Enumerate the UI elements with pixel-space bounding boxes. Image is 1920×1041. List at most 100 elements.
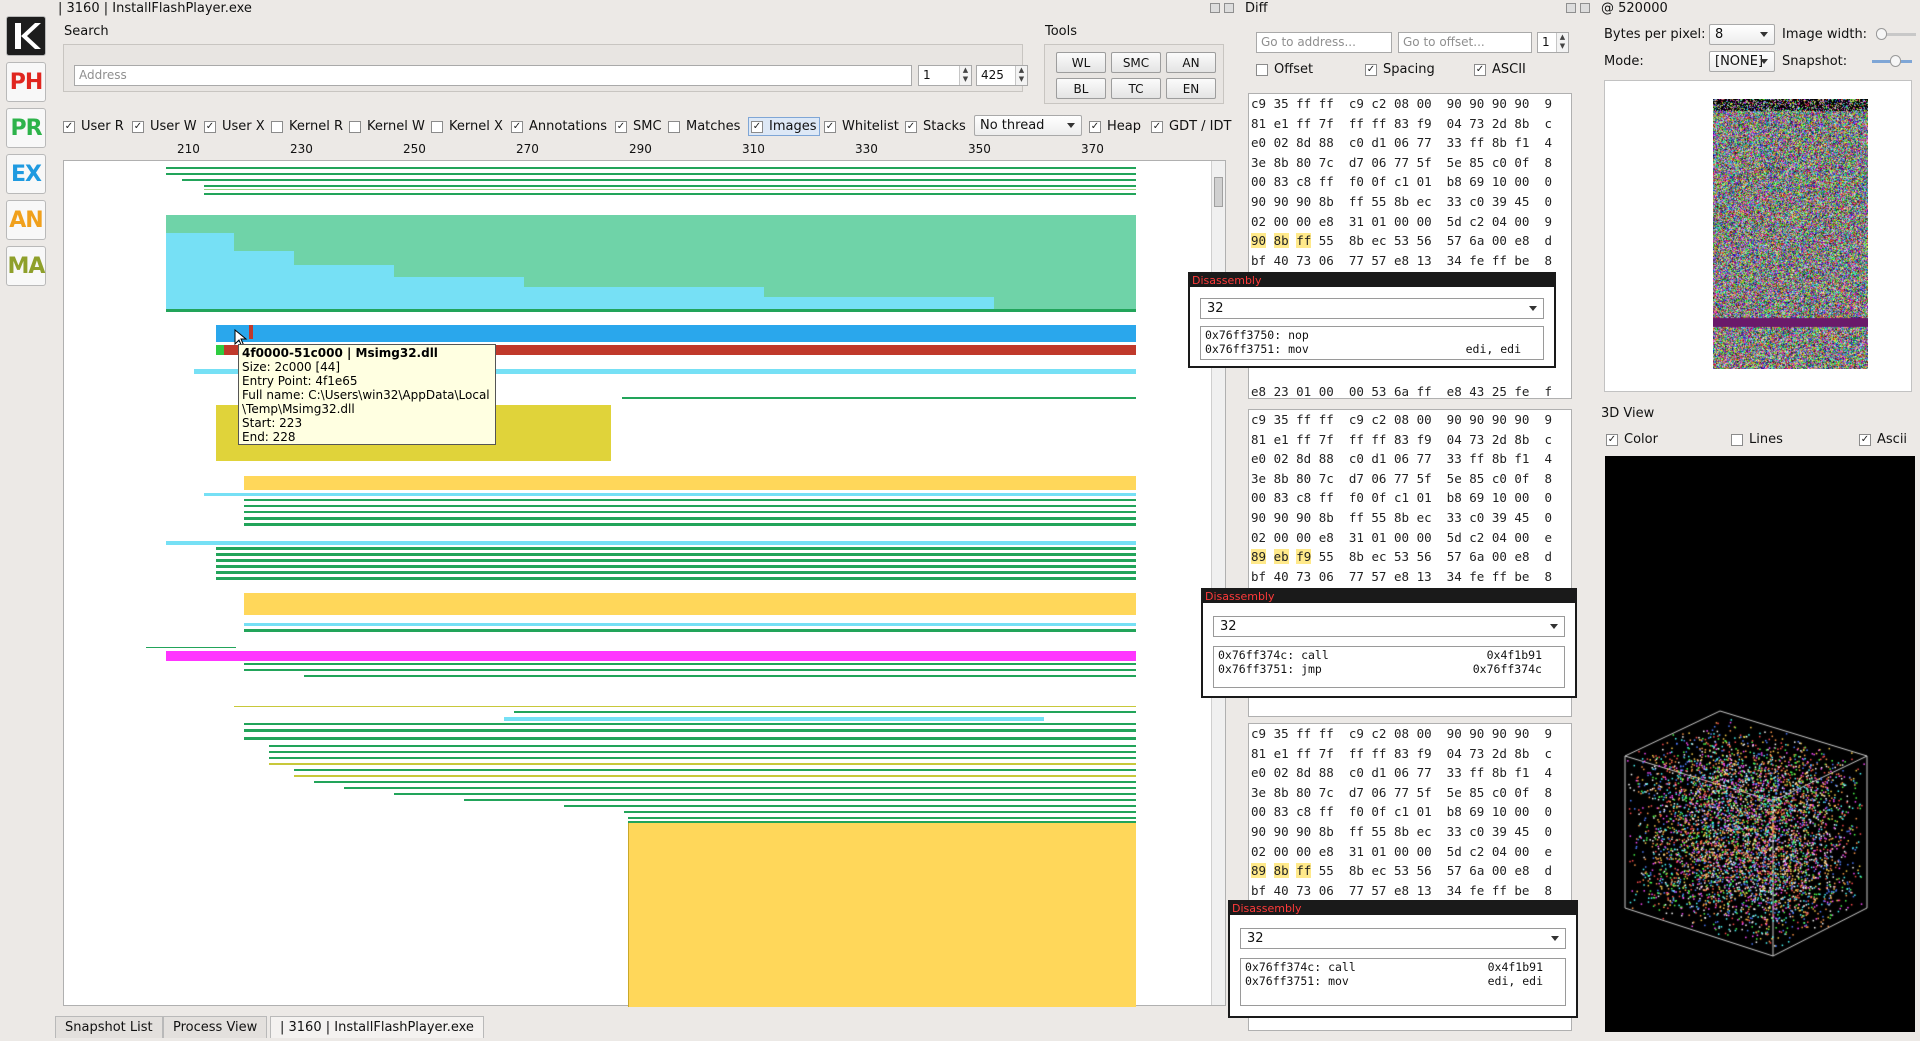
memory-map-view[interactable]	[63, 160, 1227, 1007]
checkbox-icon[interactable]: ✓	[1089, 120, 1101, 133]
mode-select[interactable]: [NONE]	[1709, 51, 1775, 72]
view3d-ascii-option[interactable]: ✓ Ascii	[1859, 432, 1907, 447]
float-icon[interactable]	[1566, 3, 1576, 13]
an-tool-button[interactable]: AN	[1166, 52, 1216, 73]
checkbox-icon[interactable]: ✓	[204, 120, 216, 133]
snapshot-slider[interactable]	[1872, 55, 1912, 67]
filter-user-w[interactable]: ✓ User W	[132, 119, 197, 134]
en-button[interactable]: EN	[1166, 78, 1216, 99]
pr-button[interactable]: PR	[6, 108, 46, 148]
diff-ascii-option[interactable]: ✓ ASCII	[1474, 62, 1526, 77]
scrollbar-thumb[interactable]	[1214, 177, 1223, 207]
filter-user-r[interactable]: ✓ User R	[63, 119, 124, 134]
hex-row[interactable]: c9 35 ff ff c9 c2 08 00 90 90 90 90 9	[1249, 94, 1571, 114]
hex-row[interactable]: 90 90 90 8b ff 55 8b ec 33 c0 39 45 0	[1249, 192, 1571, 212]
spin-arrows-icon[interactable]: ▲ ▼	[959, 66, 971, 85]
hex-row[interactable]: 3e 8b 80 7c d7 06 77 5f 5e 85 c0 0f 8	[1249, 153, 1571, 173]
filter-kernel-r[interactable]: Kernel R	[271, 119, 343, 134]
hex-row[interactable]: c9 35 ff ff c9 c2 08 00 90 90 90 90 9	[1249, 410, 1571, 430]
address-input[interactable]: Address	[74, 65, 912, 86]
thread-select[interactable]: No thread	[974, 115, 1082, 136]
hex-row[interactable]: c9 35 ff ff c9 c2 08 00 90 90 90 90 9	[1249, 724, 1571, 744]
float-icon[interactable]	[1210, 3, 1220, 13]
checkbox-icon[interactable]	[431, 120, 443, 133]
pixel-image-view[interactable]	[1604, 80, 1912, 392]
diff-spacing-option[interactable]: ✓ Spacing	[1365, 62, 1435, 77]
filter-kernel-w[interactable]: Kernel W	[349, 119, 425, 134]
view3d-color-option[interactable]: ✓ Color	[1606, 432, 1658, 447]
filter-stacks[interactable]: ✓ Stacks	[905, 119, 966, 134]
view3d-lines-option[interactable]: Lines	[1731, 432, 1783, 447]
spin-arrows-icon[interactable]: ▲ ▼	[1556, 33, 1568, 52]
filter-gdt-idt[interactable]: ✓ GDT / IDT	[1151, 119, 1231, 134]
checkbox-icon[interactable]: ✓	[1151, 120, 1163, 133]
tab-snapshot-list[interactable]: Snapshot List	[55, 1016, 163, 1038]
point-cloud-cube[interactable]	[1605, 456, 1915, 1032]
spin-arrows-icon[interactable]: ▲ ▼	[1015, 66, 1027, 85]
checkbox-icon[interactable]: ✓	[905, 120, 917, 133]
hex-row[interactable]: e0 02 8d 88 c0 d1 06 77 33 ff 8b f1 4	[1249, 763, 1571, 783]
hex-row[interactable]: e0 02 8d 88 c0 d1 06 77 33 ff 8b f1 4	[1249, 449, 1571, 469]
kernel-button[interactable]	[6, 16, 46, 56]
bl-button[interactable]: BL	[1056, 78, 1106, 99]
checkbox-icon[interactable]: ✓	[1365, 63, 1377, 76]
slider-handle[interactable]	[1876, 28, 1887, 40]
hex-row[interactable]: e8 23 01 00 00 53 6a ff e8 43 25 fe f	[1249, 382, 1571, 398]
hex-row[interactable]: 00 83 c8 ff f0 0f c1 01 b8 69 10 00 0	[1249, 172, 1571, 192]
disassembly-code[interactable]: 0x76ff374c: call 0x4f1b91 0x76ff3751: mov…	[1240, 958, 1566, 1006]
spin-end[interactable]: 425 ▲ ▼	[976, 65, 1028, 86]
checkbox-icon[interactable]: ✓	[1606, 433, 1618, 446]
goto-address-input[interactable]: Go to address...	[1256, 32, 1392, 53]
filter-user-x[interactable]: ✓ User X	[204, 119, 265, 134]
filter-annotations[interactable]: ✓ Annotations	[511, 119, 607, 134]
tc-button[interactable]: TC	[1111, 78, 1161, 99]
filter-heap[interactable]: ✓ Heap	[1089, 119, 1141, 134]
disassembly-mode-select[interactable]: 32	[1213, 616, 1565, 637]
hex-row[interactable]: 00 83 c8 ff f0 0f c1 01 b8 69 10 00 0	[1249, 802, 1571, 822]
filter-whitelist[interactable]: ✓ Whitelist	[824, 119, 899, 134]
ex-button[interactable]: EX	[6, 154, 46, 194]
hex-row[interactable]: 89 8b ff 55 8b ec 53 56 57 6a 00 e8 d	[1249, 861, 1571, 881]
hex-row[interactable]: 90 8b ff 55 8b ec 53 56 57 6a 00 e8 d	[1249, 231, 1571, 251]
hex-row[interactable]: 90 90 90 8b ff 55 8b ec 33 c0 39 45 0	[1249, 508, 1571, 528]
hex-row[interactable]: 02 00 00 e8 31 01 00 00 5d c2 04 00 e	[1249, 842, 1571, 862]
an-button[interactable]: AN	[6, 200, 46, 240]
hex-row[interactable]: 00 83 c8 ff f0 0f c1 01 b8 69 10 00 0	[1249, 488, 1571, 508]
checkbox-icon[interactable]	[1256, 63, 1268, 76]
checkbox-icon[interactable]	[1731, 433, 1743, 446]
hex-row[interactable]: 02 00 00 e8 31 01 00 00 5d c2 04 00 e	[1249, 528, 1571, 548]
close-icon[interactable]	[1580, 3, 1590, 13]
image-width-slider[interactable]	[1876, 28, 1916, 40]
hex-row[interactable]: 81 e1 ff 7f ff ff 83 f9 04 73 2d 8b c	[1249, 430, 1571, 450]
ph-button[interactable]: PH	[6, 62, 46, 102]
view3d-canvas-area[interactable]	[1605, 456, 1915, 1032]
hex-row[interactable]: 3e 8b 80 7c d7 06 77 5f 5e 85 c0 0f 8	[1249, 783, 1571, 803]
disassembly-code[interactable]: 0x76ff3750: nop 0x76ff3751: mov edi, edi	[1200, 326, 1544, 360]
filter-kernel-x[interactable]: Kernel X	[431, 119, 503, 134]
bytes-per-pixel-select[interactable]: 8	[1709, 24, 1775, 45]
wl-button[interactable]: WL	[1056, 52, 1106, 73]
checkbox-icon[interactable]: ✓	[751, 120, 763, 133]
hex-row[interactable]: 90 90 90 8b ff 55 8b ec 33 c0 39 45 0	[1249, 822, 1571, 842]
filter-smc[interactable]: ✓ SMC	[615, 119, 662, 134]
memory-map-canvas[interactable]	[64, 161, 1227, 1007]
diff-spin[interactable]: 1 ▲ ▼	[1537, 32, 1569, 53]
checkbox-icon[interactable]: ✓	[1474, 63, 1486, 76]
hex-row[interactable]: 81 e1 ff 7f ff ff 83 f9 04 73 2d 8b c	[1249, 114, 1571, 134]
hex-row[interactable]: bf 40 73 06 77 57 e8 13 34 fe ff be 8	[1249, 251, 1571, 271]
slider-handle[interactable]	[1890, 55, 1901, 67]
pixel-image-canvas[interactable]	[1713, 99, 1868, 369]
filter-images[interactable]: ✓ Images	[748, 117, 820, 136]
goto-offset-input[interactable]: Go to offset...	[1398, 32, 1532, 53]
disassembly-mode-select[interactable]: 32	[1200, 298, 1544, 319]
disassembly-mode-select[interactable]: 32	[1240, 928, 1566, 949]
checkbox-icon[interactable]	[271, 120, 283, 133]
hex-row[interactable]: bf 40 73 06 77 57 e8 13 34 fe ff be 8	[1249, 881, 1571, 901]
checkbox-icon[interactable]: ✓	[824, 120, 836, 133]
diff-offset-option[interactable]: Offset	[1256, 62, 1313, 77]
checkbox-icon[interactable]: ✓	[511, 120, 523, 133]
hex-row[interactable]: 3e 8b 80 7c d7 06 77 5f 5e 85 c0 0f 8	[1249, 469, 1571, 489]
checkbox-icon[interactable]: ✓	[132, 120, 144, 133]
spin-start[interactable]: 1 ▲ ▼	[918, 65, 972, 86]
disassembly-code[interactable]: 0x76ff374c: call 0x4f1b91 0x76ff3751: jmp…	[1213, 646, 1565, 688]
